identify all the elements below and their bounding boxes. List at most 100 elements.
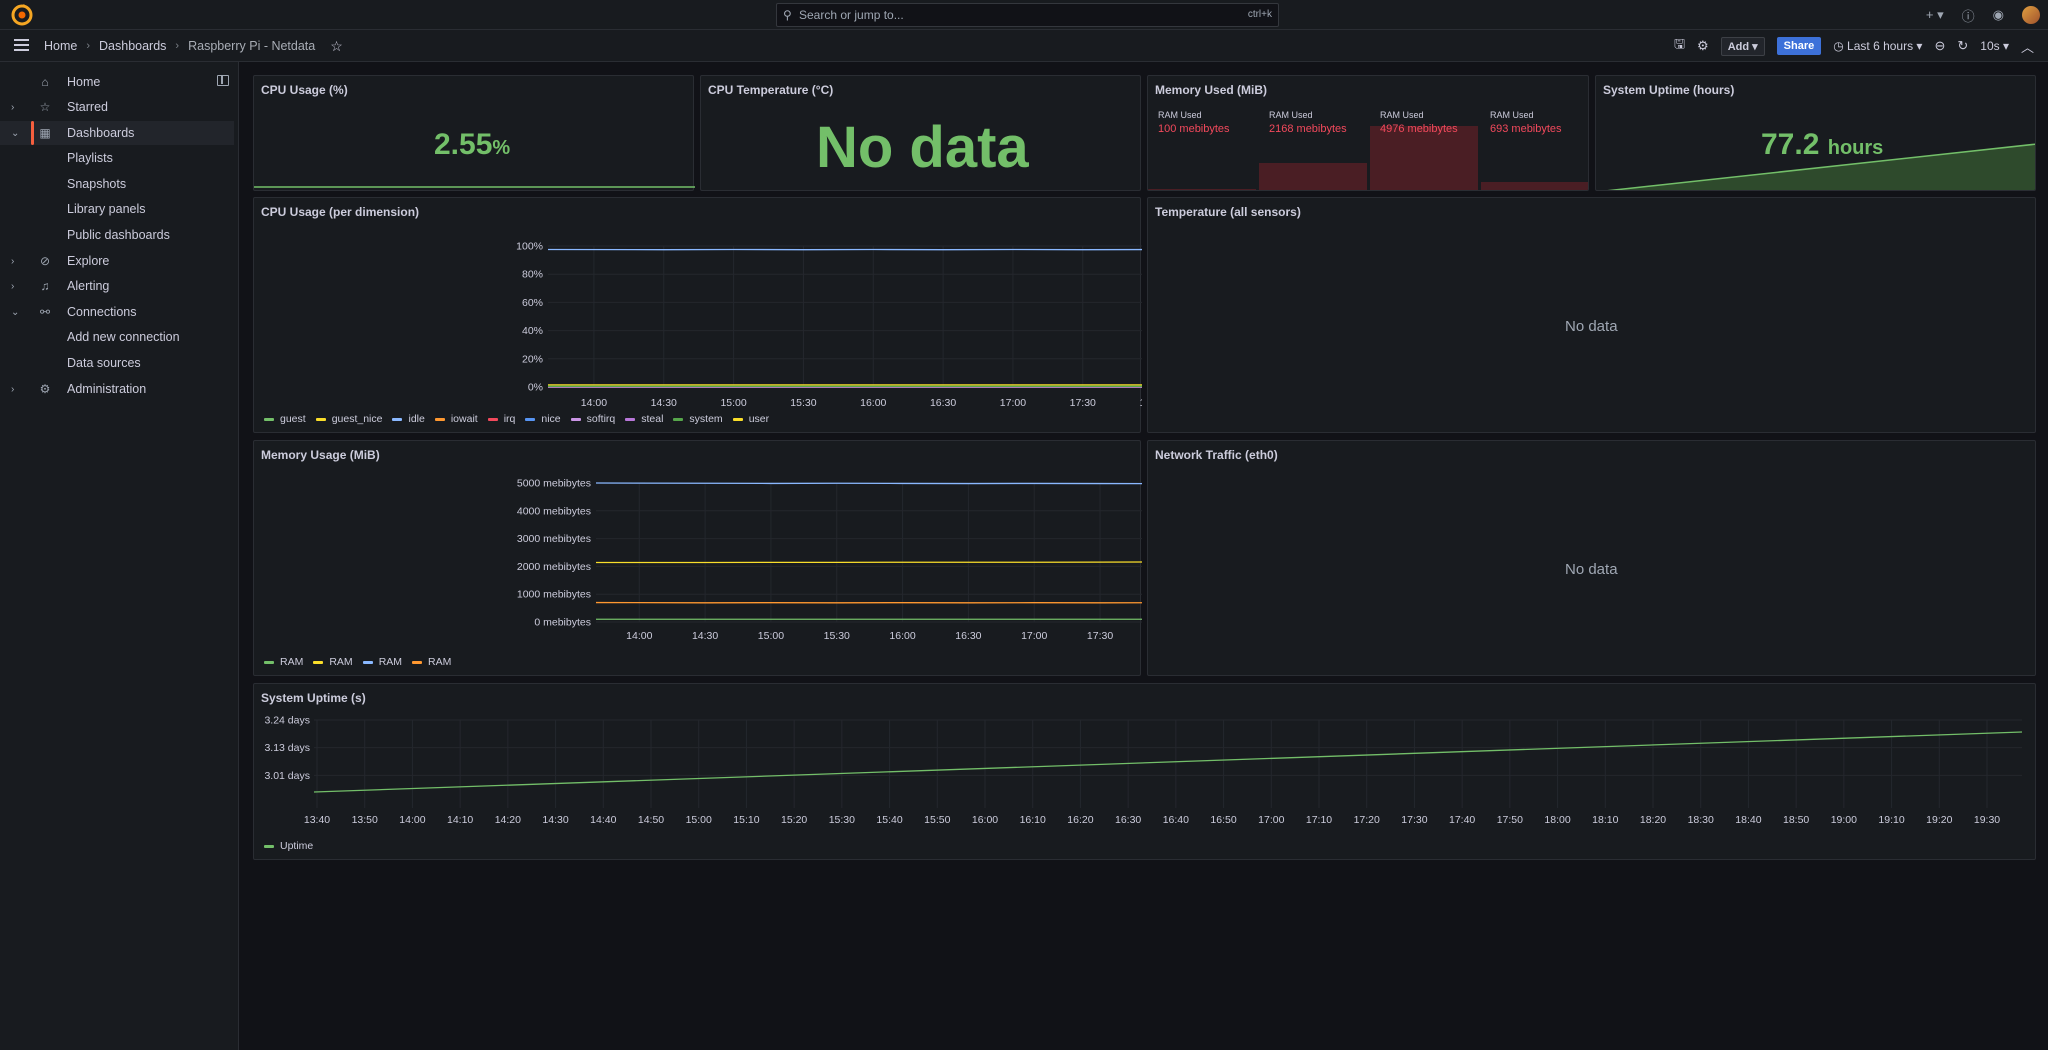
chevron-right-icon[interactable]: › bbox=[11, 384, 14, 395]
legend-swatch bbox=[412, 660, 423, 664]
legend-item[interactable]: nice bbox=[525, 413, 561, 425]
time-range-picker[interactable]: ◷ Last 6 hours ▾ bbox=[1833, 39, 1922, 53]
sidebar-item-playlists[interactable]: Playlists bbox=[0, 146, 234, 170]
legend-label: RAM bbox=[280, 656, 304, 668]
y-tick-label: 4000 mebibytes bbox=[517, 505, 591, 517]
sidebar-item-connections[interactable]: ⌄ ⚯ Connections bbox=[0, 300, 234, 324]
plug-icon: ⚯ bbox=[39, 305, 51, 319]
collapse-chevron-icon[interactable]: ︿ bbox=[2021, 37, 2034, 56]
legend-item[interactable]: irq bbox=[487, 413, 515, 425]
panel-title: Temperature (all sensors) bbox=[1155, 205, 1301, 219]
y-tick-label: 1000 mebibytes bbox=[517, 589, 591, 601]
grafana-logo-icon[interactable] bbox=[11, 4, 33, 26]
legend-swatch bbox=[392, 417, 403, 421]
x-tick-label: 15:20 bbox=[781, 814, 807, 826]
home-icon: ⌂ bbox=[41, 75, 49, 89]
sidebar-item-snapshots[interactable]: Snapshots bbox=[0, 172, 234, 196]
legend-item[interactable]: system bbox=[673, 413, 723, 425]
legend-item[interactable]: RAM bbox=[313, 656, 353, 668]
sidebar-item-dashboards[interactable]: ⌄ ▦ Dashboards bbox=[0, 121, 234, 145]
legend-swatch bbox=[487, 417, 498, 421]
menu-toggle-icon[interactable] bbox=[14, 39, 29, 51]
x-tick-label: 19:10 bbox=[1878, 814, 1904, 826]
legend-item[interactable]: RAM bbox=[264, 656, 303, 668]
zoom-out-icon[interactable]: ⊖ bbox=[1934, 38, 1945, 54]
breadcrumb-dashboards[interactable]: Dashboards bbox=[99, 39, 166, 53]
sidebar-item-alerting[interactable]: › ♫ Alerting bbox=[0, 274, 234, 298]
legend-item[interactable]: RAM bbox=[412, 656, 451, 668]
legend-item[interactable]: guest_nice bbox=[315, 413, 382, 425]
x-tick-label: 15:00 bbox=[758, 630, 784, 642]
panel-cpu-temperature[interactable]: CPU Temperature (°C) No data bbox=[700, 75, 1141, 191]
search-placeholder: Search or jump to... bbox=[799, 8, 904, 22]
no-data-message: No data bbox=[1565, 561, 1618, 578]
refresh-icon[interactable]: ↻ bbox=[1957, 38, 1968, 54]
new-menu-button[interactable]: + ▾ bbox=[1926, 7, 1944, 23]
y-tick-label: 0 mebibytes bbox=[534, 617, 591, 629]
sidebar-item-library-panels[interactable]: Library panels bbox=[0, 197, 234, 221]
sidebar-item-starred[interactable]: › ☆ Starred bbox=[0, 95, 234, 119]
panel-memory-used[interactable]: Memory Used (MiB) RAM Used 100 mebibytes… bbox=[1147, 75, 1589, 191]
x-tick-label: 17:00 bbox=[1258, 814, 1284, 826]
breadcrumb-home[interactable]: Home bbox=[44, 39, 77, 53]
sidebar-item-add-new-connection[interactable]: Add new connection bbox=[0, 325, 234, 349]
legend-item[interactable]: idle bbox=[392, 413, 425, 425]
help-icon[interactable]: ⓘ bbox=[1962, 6, 1975, 25]
legend-swatch bbox=[315, 417, 326, 421]
panel-cpu-usage[interactable]: CPU Usage (%) 2.55% bbox=[253, 75, 695, 191]
search-input[interactable]: ⚲ Search or jump to... ctrl+k bbox=[776, 3, 1279, 27]
legend-item[interactable]: Uptime bbox=[264, 840, 313, 852]
legend-label: user bbox=[748, 413, 770, 425]
x-tick-label: 16:30 bbox=[1115, 814, 1141, 826]
legend-item[interactable]: softirq bbox=[570, 413, 615, 425]
x-tick-label: 14:30 bbox=[542, 814, 568, 826]
chevron-down-icon[interactable]: ⌄ bbox=[11, 128, 19, 139]
legend-label: RAM bbox=[329, 656, 353, 668]
star-icon[interactable]: ☆ bbox=[330, 38, 343, 55]
x-tick-label: 17:40 bbox=[1449, 814, 1475, 826]
x-tick-label: 17:00 bbox=[1021, 630, 1047, 642]
legend-item[interactable]: user bbox=[732, 413, 770, 425]
x-tick-label: 14:30 bbox=[692, 630, 718, 642]
star-icon: ☆ bbox=[39, 100, 51, 114]
sidebar-item-data-sources[interactable]: Data sources bbox=[0, 351, 234, 375]
memory-usage-chart: 5000 mebibytes 4000 mebibytes 3000 mebibyt… bbox=[517, 478, 1142, 642]
sidebar-item-explore[interactable]: › ⊘ Explore bbox=[0, 249, 234, 273]
panel-network-traffic[interactable]: Network Traffic (eth0) No data bbox=[1147, 440, 2036, 676]
x-tick-label: 18:10 bbox=[1592, 814, 1618, 826]
legend-item[interactable]: iowait bbox=[434, 413, 478, 425]
x-tick-label: 17:00 bbox=[1000, 397, 1026, 409]
legend-item[interactable]: guest bbox=[264, 413, 306, 425]
sidebar-item-public-dashboards[interactable]: Public dashboards bbox=[0, 223, 234, 247]
x-tick-label: 17:20 bbox=[1354, 814, 1380, 826]
share-button[interactable]: Share bbox=[1776, 37, 1822, 55]
panel-cpu-usage-per-dimension[interactable]: CPU Usage (per dimension) 100% 80% 60% 40% 2… bbox=[253, 197, 1142, 433]
no-data-message: No data bbox=[1565, 318, 1618, 335]
news-icon[interactable]: ◉ bbox=[1993, 7, 2004, 23]
refresh-interval-picker[interactable]: 10s ▾ bbox=[1980, 39, 2009, 53]
save-icon[interactable]: 🖫 bbox=[1674, 35, 1685, 57]
panel-temperature-all-sensors[interactable]: Temperature (all sensors) No data bbox=[1147, 197, 2036, 433]
sidebar-item-home[interactable]: ⌂ Home bbox=[0, 70, 234, 94]
panel-title: CPU Usage (%) bbox=[261, 83, 348, 97]
chevron-right-icon[interactable]: › bbox=[11, 281, 14, 292]
sidebar-item-administration[interactable]: › ⚙ Administration bbox=[0, 377, 234, 401]
settings-gear-icon[interactable]: ⚙ bbox=[1697, 38, 1709, 54]
legend-item[interactable]: steal bbox=[625, 413, 663, 425]
chevron-right-icon[interactable]: › bbox=[11, 102, 14, 113]
chart-legend: Uptime bbox=[264, 840, 313, 852]
chevron-down-icon[interactable]: ⌄ bbox=[11, 307, 19, 318]
x-tick-label: 16:20 bbox=[1067, 814, 1093, 826]
chevron-right-icon[interactable]: › bbox=[11, 256, 14, 267]
panel-title: CPU Usage (per dimension) bbox=[261, 205, 420, 219]
chart-legend: guest guest_nice idle iowait irq nice softirq s… bbox=[264, 413, 769, 425]
x-tick-label: 16:10 bbox=[1020, 814, 1046, 826]
add-button[interactable]: Add ▾ bbox=[1720, 36, 1765, 56]
x-tick-label: 18:30 bbox=[1688, 814, 1714, 826]
panel-memory-usage[interactable]: Memory Usage (MiB) 5000 mebibytes 4000 me… bbox=[253, 440, 1142, 676]
legend-item[interactable]: RAM bbox=[362, 656, 402, 668]
legend-swatch bbox=[673, 417, 684, 421]
panel-system-uptime-seconds[interactable]: System Uptime (s) 3.24 days 3.13 days 3.01… bbox=[253, 683, 2036, 860]
panel-system-uptime-hours[interactable]: System Uptime (hours) 77.2 hours bbox=[1595, 75, 2036, 191]
avatar[interactable] bbox=[2022, 6, 2040, 24]
